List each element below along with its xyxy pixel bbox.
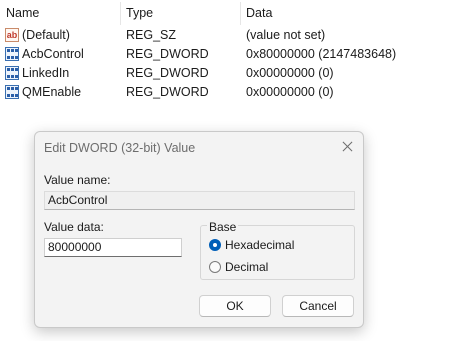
value-data: 0x00000000 (0): [246, 85, 334, 99]
decimal-radio[interactable]: [209, 261, 221, 273]
value-name: QMEnable: [22, 85, 82, 99]
value-data: 0x00000000 (0): [246, 66, 334, 80]
column-divider[interactable]: [240, 2, 241, 25]
value-row-acbcontrol[interactable]: AcbControl REG_DWORD 0x80000000 (2147483…: [0, 45, 466, 64]
column-divider[interactable]: [120, 2, 121, 25]
close-icon[interactable]: [336, 136, 360, 158]
value-data-label: Value data:: [44, 220, 104, 234]
value-data-input[interactable]: 80000000: [44, 238, 182, 257]
value-name: LinkedIn: [22, 66, 70, 80]
value-name-label: Value name:: [44, 173, 111, 187]
dword-value-icon: [5, 85, 19, 99]
cancel-button[interactable]: Cancel: [282, 295, 354, 317]
value-name: AcbControl: [22, 47, 84, 61]
value-name-field: AcbControl: [44, 191, 355, 210]
column-header-type[interactable]: Type: [126, 6, 153, 20]
value-data: (value not set): [246, 28, 326, 42]
value-type: REG_DWORD: [126, 47, 209, 61]
edit-dword-dialog: Edit DWORD (32-bit) Value Value name: Ac…: [34, 131, 364, 328]
value-type: REG_DWORD: [126, 85, 209, 99]
value-name: (Default): [22, 28, 70, 42]
dialog-title: Edit DWORD (32-bit) Value: [44, 141, 196, 155]
hexadecimal-label[interactable]: Hexadecimal: [225, 238, 294, 252]
list-header: Name Type Data: [0, 0, 466, 27]
value-type: REG_SZ: [126, 28, 177, 42]
string-value-icon: ab: [5, 28, 19, 42]
column-header-data[interactable]: Data: [246, 6, 272, 20]
base-group-label: Base: [207, 220, 239, 234]
value-type: REG_DWORD: [126, 66, 209, 80]
column-header-name[interactable]: Name: [6, 6, 39, 20]
value-row-default[interactable]: ab (Default) REG_SZ (value not set): [0, 26, 466, 45]
dword-value-icon: [5, 66, 19, 80]
value-row-linkedin[interactable]: LinkedIn REG_DWORD 0x00000000 (0): [0, 64, 466, 83]
value-data: 0x80000000 (2147483648): [246, 47, 397, 61]
decimal-label[interactable]: Decimal: [225, 260, 268, 274]
dword-value-icon: [5, 47, 19, 61]
hexadecimal-radio[interactable]: [209, 239, 221, 251]
ok-button[interactable]: OK: [199, 295, 271, 317]
value-row-qmenable[interactable]: QMEnable REG_DWORD 0x00000000 (0): [0, 83, 466, 102]
